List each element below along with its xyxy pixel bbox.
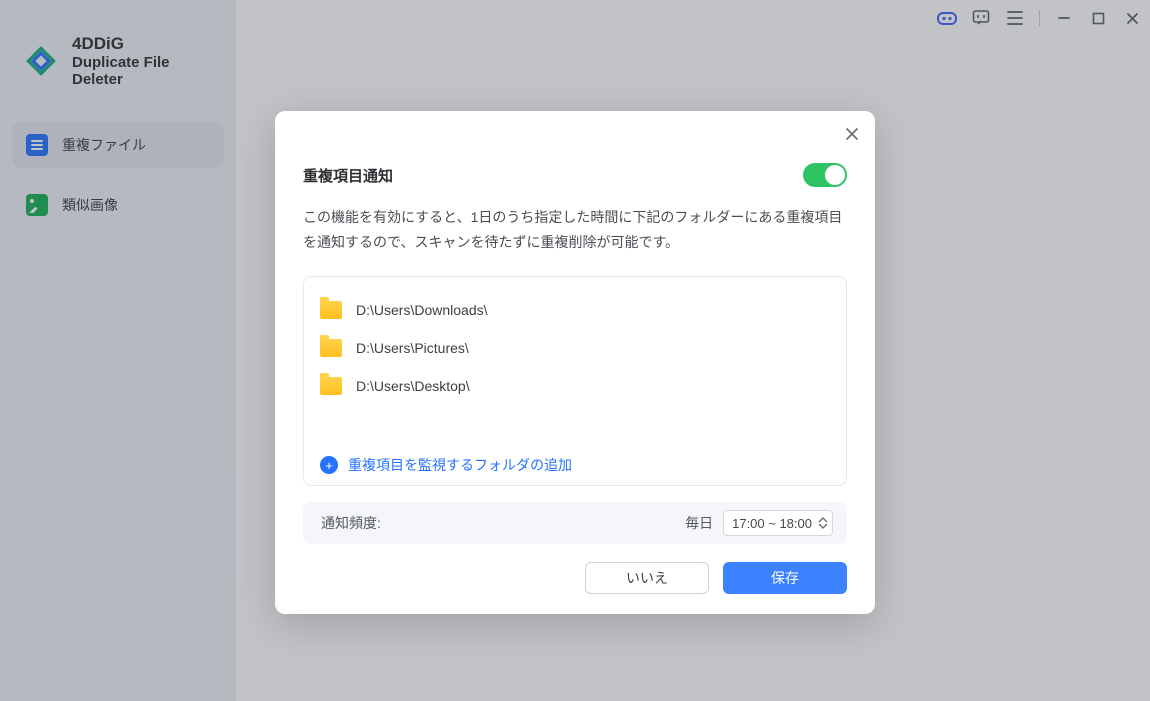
notification-toggle[interactable] (803, 163, 847, 187)
folder-path: D:\Users\Downloads\ (356, 302, 488, 318)
cancel-button[interactable]: いいえ (585, 562, 709, 594)
cancel-button-label: いいえ (626, 568, 668, 588)
add-folder-label: 重複項目を監視するフォルダの追加 (348, 455, 572, 475)
folder-icon (320, 339, 342, 357)
frequency-prefix: 毎日 (685, 513, 713, 533)
modal-body: 重複項目通知 この機能を有効にすると、1日のうち指定した時間に下記のフォルダーに… (275, 111, 875, 544)
add-monitor-folder-button[interactable]: + 重複項目を監視するフォルダの追加 (320, 447, 830, 475)
folder-path: D:\Users\Desktop\ (356, 378, 470, 394)
app-root: 4DDiG Duplicate File Deleter 重複ファイル 類似画像 (0, 0, 1150, 701)
modal-description: この機能を有効にすると、1日のうち指定した時間に下記のフォルダーにある重複項目を… (303, 205, 847, 254)
folder-row[interactable]: D:\Users\Downloads\ (320, 291, 830, 329)
plus-circle-icon: + (320, 456, 338, 474)
modal-title: 重複項目通知 (303, 165, 393, 186)
frequency-value-group: 毎日 17:00 ~ 18:00 (685, 510, 833, 536)
folder-row[interactable]: D:\Users\Pictures\ (320, 329, 830, 367)
frequency-label: 通知頻度: (321, 513, 381, 533)
folder-path: D:\Users\Pictures\ (356, 340, 469, 356)
spinner-icon (818, 517, 828, 529)
notification-frequency-bar: 通知頻度: 毎日 17:00 ~ 18:00 (303, 502, 847, 544)
folder-row[interactable]: D:\Users\Desktop\ (320, 367, 830, 405)
monitored-folders-box: D:\Users\Downloads\ D:\Users\Pictures\ D… (303, 276, 847, 486)
modal-close-button[interactable] (841, 123, 863, 145)
time-range-value: 17:00 ~ 18:00 (732, 516, 812, 531)
folder-icon (320, 377, 342, 395)
time-range-picker[interactable]: 17:00 ~ 18:00 (723, 510, 833, 536)
save-button-label: 保存 (771, 568, 799, 588)
modal-button-row: いいえ 保存 (275, 544, 875, 594)
folder-icon (320, 301, 342, 319)
modal-header: 重複項目通知 (303, 163, 847, 187)
duplicate-notification-modal: 重複項目通知 この機能を有効にすると、1日のうち指定した時間に下記のフォルダーに… (275, 111, 875, 614)
save-button[interactable]: 保存 (723, 562, 847, 594)
